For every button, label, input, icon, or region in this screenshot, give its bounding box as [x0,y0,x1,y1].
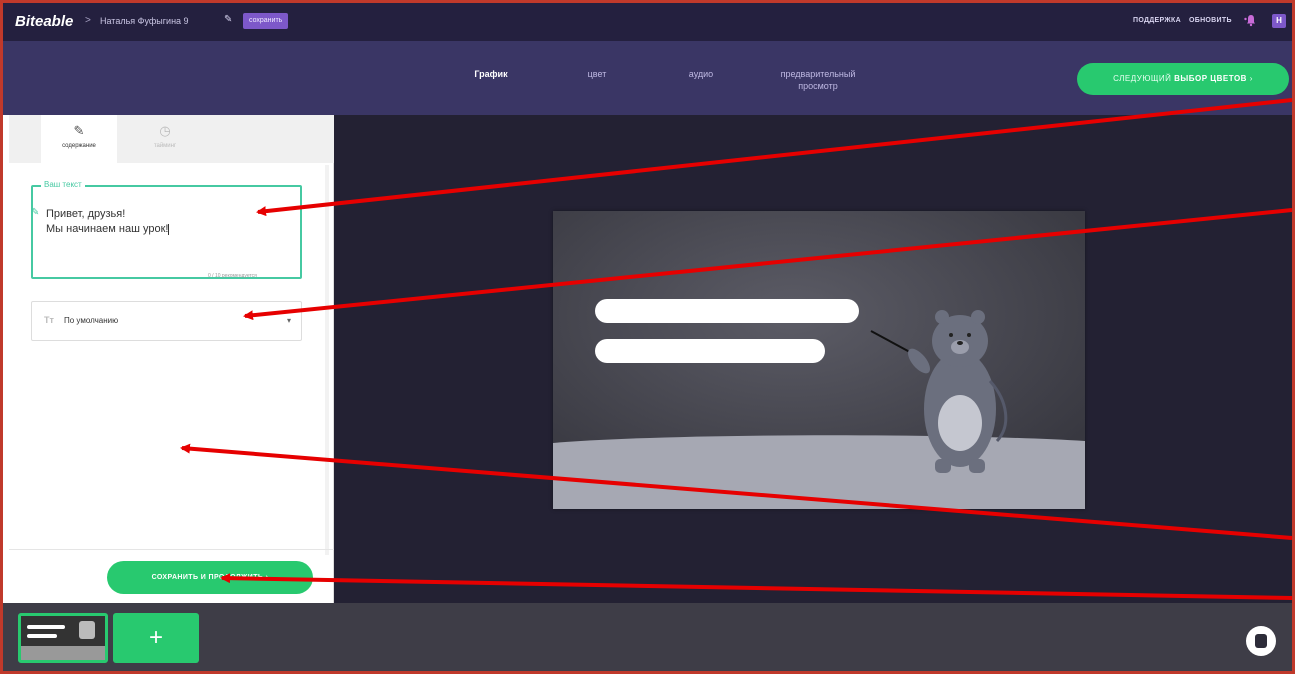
edit-text-pencil-icon: ✎ [31,207,40,218]
next-button-prefix: СЛЕДУЮЩИЙ [1113,74,1172,83]
text-field-value[interactable]: Привет, друзья! Мы начинаем наш урок! [46,207,170,237]
tab-content[interactable]: ✎ содержание [41,115,117,163]
thumb-ground [21,646,105,660]
tab-timing[interactable]: ◷ тайминг [127,115,203,163]
next-step-button[interactable]: СЛЕДУЮЩИЙ ВЫБОР ЦВЕТОВ › [1077,63,1289,95]
content-panel: ✎ содержание ◷ тайминг Ваш текст ✎ Приве… [9,115,334,603]
step-color[interactable]: цвет [577,69,617,79]
text-placeholder-line-2 [595,339,825,363]
panel-divider [9,549,334,550]
next-button-arrow: › [1249,74,1253,83]
project-name[interactable]: Наталья Фуфыгина 9 [100,16,189,26]
step-navigation: График цвет аудио предварительный просмо… [3,41,1292,115]
font-style-select[interactable]: Tт По умолчанию ▾ [31,301,302,341]
top-bar: Biteable > Наталья Фуфыгина 9 ✎ сохранит… [3,3,1292,41]
edit-pencil-icon[interactable]: ✎ [224,14,232,25]
scene-preview[interactable] [553,211,1085,509]
save-and-continue-button[interactable]: СОХРАНИТЬ И ПРОДОЛЖИТЬ › [107,561,313,594]
pencil-icon: ✎ [73,123,85,138]
thumb-bear [79,621,95,639]
text-line-2: Мы начинаем наш урок! [46,223,169,235]
save-chip-button[interactable]: сохранить [243,13,289,29]
font-select-value: По умолчанию [64,316,119,325]
scene-timeline: + [3,603,1292,671]
chevron-down-icon: ▾ [286,316,291,325]
text-line-1: Привет, друзья! [46,208,126,220]
add-scene-button[interactable]: + [113,613,199,663]
preview-canvas [334,115,1292,603]
step-graphics[interactable]: График [469,69,513,79]
screenshot-frame: Biteable > Наталья Фуфыгина 9 ✎ сохранит… [0,0,1295,674]
text-field-label: Ваш текст [41,180,85,189]
tab-content-label: содержание [62,143,96,149]
text-input-field[interactable]: Ваш текст ✎ Привет, друзья! Мы начинаем … [31,180,302,279]
scene-thumbnail[interactable] [18,613,108,663]
panel-tabs: ✎ содержание ◷ тайминг [9,115,334,163]
font-type-icon: Tт [44,315,54,325]
next-button-target: ВЫБОР ЦВЕТОВ [1174,74,1247,83]
character-counter: 0 / 10 рекомендуется [208,273,257,279]
step-preview[interactable]: предварительный просмотр [773,68,863,92]
stopwatch-icon: ◷ [159,123,171,138]
thumb-text-line [27,625,65,629]
breadcrumb-separator: > [85,15,91,26]
update-link[interactable]: ОБНОВИТЬ [1189,17,1232,24]
chat-support-icon[interactable] [1246,626,1276,656]
panel-scrollbar[interactable] [325,165,329,555]
brand-logo[interactable]: Biteable [15,13,73,30]
text-caret [168,223,170,235]
text-placeholder-line-1 [595,299,859,323]
tab-row-background [9,115,41,163]
tab-timing-label: тайминг [153,143,177,149]
thumb-text-line [27,634,57,638]
notification-bell-icon[interactable] [1244,13,1258,27]
support-link[interactable]: ПОДДЕРЖКА [1133,17,1181,24]
user-avatar[interactable]: Н [1272,14,1286,28]
step-audio[interactable]: аудио [681,69,721,79]
